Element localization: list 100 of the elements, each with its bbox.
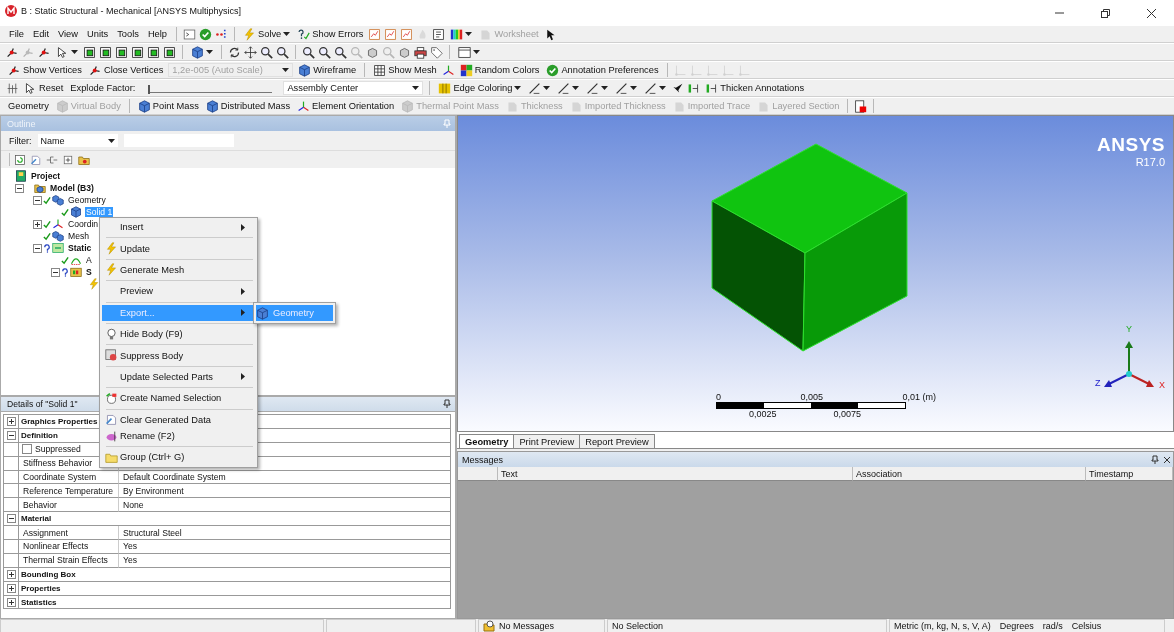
box-select-icon[interactable] [83,45,96,59]
iso-cube-icon[interactable] [366,45,379,59]
caret-icon [71,50,78,54]
clear-icon[interactable] [30,153,42,166]
version-label: R17.0 [1135,156,1165,168]
chart-icon[interactable] [384,27,398,41]
menu-item[interactable]: Insert [102,219,255,236]
check-icon[interactable] [199,27,212,41]
expand-toggle[interactable] [33,219,42,229]
toolbar-button[interactable]: Random Colors [457,62,542,78]
rotate-icon[interactable] [228,45,241,59]
pan-icon[interactable] [244,45,257,59]
menu-item[interactable]: Update [102,240,255,257]
explode-icon[interactable] [6,81,19,95]
close-icon[interactable] [1163,455,1171,464]
refresh-icon[interactable] [14,153,26,166]
bar-icon[interactable] [687,81,701,95]
toolbar-button[interactable]: Thicken Annotations [703,80,807,96]
checkbox[interactable] [22,444,32,455]
menu-item[interactable]: Units [84,26,112,42]
restore-icon[interactable] [1099,7,1111,19]
console-icon[interactable] [183,27,196,41]
expand-toggle[interactable] [6,583,16,593]
menu-item[interactable]: Create Named Selection [102,390,255,407]
collapse-toggle[interactable] [6,430,16,440]
toolbar-button[interactable]: Show Mesh [371,62,439,78]
menu-item[interactable]: Preview [102,283,255,300]
dropdown-field[interactable]: Assembly Center [283,81,424,95]
toolbar-button[interactable]: Edge Coloring [436,80,524,96]
tree-item[interactable]: Geometry [67,195,107,205]
toolbar-button[interactable]: Wireframe [296,62,359,78]
expand-all-icon[interactable] [62,153,74,166]
zoom-icon[interactable] [260,45,273,59]
tree-item[interactable]: Static [67,243,93,253]
menu-item[interactable]: Tools [114,26,142,42]
toolbar-button[interactable]: Element Orientation [295,98,397,114]
toolbar-label: Explode Factor: [69,83,137,93]
box-select-icon[interactable] [147,45,160,59]
toolbar-button[interactable]: Annotation Preferences [544,62,661,78]
menu-item[interactable]: Hide Body (F9) [102,325,255,343]
view-tab[interactable]: Geometry [459,434,515,448]
branch-icon[interactable] [46,153,58,166]
collapse-toggle[interactable] [15,183,24,193]
collapse-toggle[interactable] [33,243,42,253]
zoom-icon[interactable] [276,45,289,59]
box-select-icon[interactable] [99,45,112,59]
printer-icon[interactable] [414,45,427,59]
collapse-toggle[interactable] [33,195,42,205]
menu-item[interactable]: Rename (F2) [102,427,255,445]
pin-icon[interactable] [671,81,685,95]
tree-item[interactable]: Mesh [67,231,90,241]
close-icon[interactable] [1145,7,1157,19]
view-tab[interactable]: Report Preview [579,434,655,448]
toolbar-button[interactable]: Close Vertices [86,62,166,78]
expand-toggle[interactable] [6,416,16,426]
chart-icon[interactable] [368,27,382,41]
menu-item[interactable]: Group (Ctrl+ G) [102,449,255,466]
tree-item[interactable]: S [85,267,93,277]
filter-dropdown[interactable]: Name [37,134,118,147]
zoom-icon[interactable] [302,45,315,59]
textbox-icon[interactable] [432,27,446,41]
expand-toggle[interactable] [6,597,16,607]
filter-label: Filter: [9,135,32,146]
view-tab[interactable]: Print Preview [513,434,581,448]
menu-item[interactable]: Help [144,26,170,42]
menu-item[interactable]: View [55,26,81,42]
zoom-icon[interactable] [318,45,331,59]
tree-item[interactable]: A [85,255,93,265]
collapse-toggle[interactable] [6,514,16,524]
dots-icon[interactable] [215,27,228,41]
menu-item[interactable]: Update Selected Parts [102,368,255,386]
toolbar-button[interactable]: Show Errors [295,26,366,42]
dropdown-button[interactable] [189,44,215,60]
toolbar-button[interactable]: Point Mass [135,98,201,114]
tag-icon[interactable] [430,45,443,59]
toolbar-button[interactable]: Solve [241,26,293,42]
toolbar-button[interactable]: Show Vertices [6,62,84,78]
tree-item[interactable]: Model (B3) [49,183,95,193]
zoom-icon[interactable] [334,45,347,59]
expand-toggle[interactable] [6,569,16,579]
menu-item[interactable]: Generate Mesh [102,261,255,279]
lightning-icon[interactable] [88,278,100,290]
slider-thumb[interactable] [148,85,151,94]
box-select-icon[interactable] [131,45,144,59]
iso-cube-icon[interactable] [398,45,411,59]
report-icon[interactable] [854,99,868,113]
triad-icon[interactable] [441,63,455,77]
box-select-icon[interactable] [163,45,176,59]
toolbar-button[interactable]: Reset [22,80,66,96]
tree-item[interactable]: Project [30,171,62,181]
collapse-toggle[interactable] [51,267,60,277]
pin-icon[interactable] [443,399,451,409]
menu-item[interactable]: File [6,26,27,42]
toolbar-button[interactable]: Distributed Mass [203,98,293,114]
box-select-icon[interactable] [115,45,128,59]
dropdown-button[interactable] [456,44,482,60]
folder-icon[interactable] [78,153,90,166]
menu-item[interactable]: Suppress Body [102,347,255,364]
menu-item[interactable]: Edit [30,26,52,42]
tree-item[interactable]: Coordin [67,219,100,229]
